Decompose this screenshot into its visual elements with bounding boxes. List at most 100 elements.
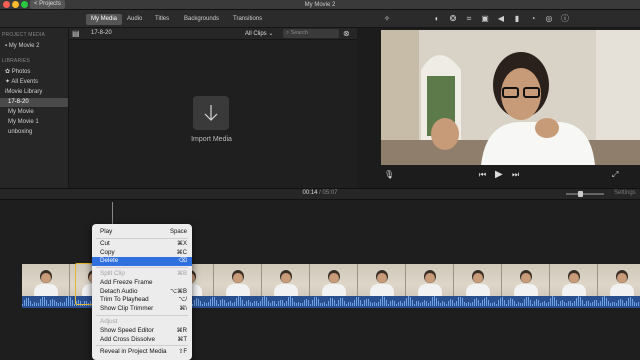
menu-item-label: Add Freeze Frame (100, 279, 153, 286)
menu-item-shortcut: ⌥⌘B (170, 288, 187, 295)
magic-wand-icon[interactable]: ✧ (382, 14, 392, 24)
sidebar-item-17-8-20[interactable]: 17-8-20 (0, 98, 68, 107)
tab-audio[interactable]: Audio (122, 14, 147, 25)
clip-thumbnail (454, 264, 502, 298)
menu-item-shortcut: ⇧F (178, 349, 187, 355)
menu-item[interactable]: Reveal in Project Media ⇧F (92, 348, 192, 357)
library-sidebar: PROJECT MEDIA ▪ My Movie 2 LIBRARIES ✿ P… (0, 28, 69, 188)
import-media-button[interactable] (193, 96, 229, 130)
menu-item-shortcut: ⌘\ (179, 305, 187, 312)
menu-item: Split Clip ⌘B (92, 270, 192, 279)
play-icon[interactable]: ▶ (495, 169, 503, 180)
search-input[interactable]: ⌕ Search (283, 29, 339, 38)
clip-selection-outline[interactable] (75, 263, 93, 305)
toolbar: My Media Audio Titles Backgrounds Transi… (0, 10, 640, 28)
menu-item[interactable]: Add Cross Dissolve ⌘T (92, 336, 192, 345)
clip-thumbnail (406, 264, 454, 298)
color-correction-icon[interactable]: ❂ (448, 14, 458, 24)
menu-item[interactable]: Play Space (92, 228, 192, 237)
sidebar-item-label: Photos (11, 69, 31, 75)
menu-item[interactable]: Cut ⌘X (92, 240, 192, 249)
menu-item[interactable]: Copy ⌘C (92, 249, 192, 258)
zoom-slider-thumb[interactable] (578, 191, 583, 197)
tab-transitions[interactable]: Transitions (228, 14, 267, 25)
clip-filter-select[interactable]: All Clips ⌄ (245, 30, 273, 37)
sidebar-item-label: iMovie Library (5, 89, 43, 95)
skip-back-icon[interactable]: ⏮ (479, 170, 486, 180)
menu-separator (96, 267, 188, 268)
media-browser: ▤ 17-8-20 All Clips ⌄ ⌕ Search ⊗ Import … (69, 28, 357, 188)
clip-thumbnail (502, 264, 550, 298)
sidebar-item-label: 17-8-20 (8, 99, 29, 105)
noise-reduction-icon[interactable]: ▮ (512, 14, 522, 24)
sidebar-item-all-events[interactable]: ✦ All Events (0, 78, 68, 87)
menu-item-label: Split Clip (100, 270, 125, 277)
menu-item-label: Add Cross Dissolve (100, 335, 155, 343)
sidebar-item-my-movie-2[interactable]: ▪ My Movie 2 (0, 42, 68, 51)
stabilization-icon[interactable]: ▣ (480, 14, 490, 24)
sidebar-item-my-movie[interactable]: My Movie (0, 108, 68, 117)
menu-item-shortcut: ⌘B (176, 271, 187, 277)
clip-thumbnail (310, 264, 358, 298)
filter-circle-icon[interactable]: ⊗ (343, 29, 350, 38)
down-arrow-icon (204, 105, 218, 121)
sidebar-item-label: My Movie 2 (8, 43, 40, 49)
color-balance-icon[interactable]: ◐ (432, 14, 442, 24)
clip-thumbnail (550, 264, 598, 298)
menu-separator (96, 315, 188, 316)
sidebar-toggle-icon[interactable]: ▤ (72, 29, 80, 38)
menu-item: Adjust (92, 318, 192, 327)
menu-item[interactable]: Show Speed Editor ⌘R (92, 327, 192, 336)
clip-thumbnail (214, 264, 262, 298)
timecode-separator: / (319, 190, 321, 196)
menu-item-shortcut: ⌘R (176, 328, 187, 334)
clip-context-menu: Play Space Cut ⌘X Copy ⌘C Delete ⌫ Split Clip ⌘B A… (92, 224, 192, 360)
import-media-label: Import Media (191, 136, 232, 143)
clip-thumbnail (598, 264, 640, 298)
sidebar-item-my-movie-1[interactable]: My Movie 1 (0, 118, 68, 127)
browser-header: ▤ 17-8-20 All Clips ⌄ ⌕ Search ⊗ (69, 28, 357, 40)
menu-item[interactable]: Trim To Playhead ⌥/ (92, 296, 192, 305)
menu-item-label: Play (100, 228, 113, 235)
info-icon[interactable]: ⓘ (560, 14, 570, 24)
clip-filter-label: All Clips (245, 31, 267, 37)
menu-item-label: Show Clip Trimmer (100, 304, 154, 312)
menu-item-label: Cut (100, 240, 110, 247)
menu-item-label: Delete (100, 257, 119, 264)
volume-icon[interactable]: ◀ (496, 14, 506, 24)
menu-item-label: Detach Audio (100, 287, 138, 295)
sidebar-item-imovie-library[interactable]: iMovie Library (0, 88, 68, 97)
settings-button[interactable]: Settings (614, 190, 636, 196)
sidebar-item-photos[interactable]: ✿ Photos (0, 68, 68, 77)
sidebar-item-unboxing[interactable]: unboxing (0, 128, 68, 137)
tab-my-media[interactable]: My Media (86, 14, 123, 25)
timecode-current: 00:14 (302, 190, 318, 196)
menu-item[interactable]: Add Freeze Frame (92, 279, 192, 288)
menu-separator (96, 237, 188, 239)
libraries-header: LIBRARIES (2, 58, 30, 64)
video-frame-image (381, 30, 640, 165)
clip-filter-icon[interactable]: ◎ (544, 14, 554, 24)
speed-icon[interactable]: ◔ (528, 14, 538, 24)
zoom-slider[interactable] (566, 191, 604, 197)
project-media-header: PROJECT MEDIA (2, 32, 46, 38)
menu-item-shortcut: ⌘X (176, 241, 187, 247)
tab-titles[interactable]: Titles (150, 14, 174, 25)
menu-item-shortcut: ⌘T (177, 336, 187, 343)
playhead[interactable] (112, 202, 113, 226)
menu-item[interactable]: Detach Audio ⌥⌘B (92, 288, 192, 297)
tab-backgrounds[interactable]: Backgrounds (179, 14, 224, 25)
skip-forward-icon[interactable]: ⏭ (512, 170, 519, 180)
menu-item[interactable]: Delete ⌫ (92, 257, 192, 266)
timecode-display: 00:14 / 05:07 (0, 190, 640, 196)
video-preview (381, 30, 640, 165)
fullscreen-icon[interactable]: ⤢ (612, 170, 618, 180)
menu-item-shortcut: ⌥/ (178, 297, 187, 303)
crop-icon[interactable]: ⌗ (464, 14, 474, 24)
microphone-icon[interactable]: 🎙︎ (384, 170, 394, 179)
sidebar-item-label: My Movie 1 (8, 119, 39, 125)
menu-item-label: Show Speed Editor (100, 327, 154, 334)
menu-item[interactable]: Show Clip Trimmer ⌘\ (92, 305, 192, 314)
event-date: 17-8-20 (91, 30, 112, 36)
sidebar-item-label: All Events (11, 79, 39, 85)
